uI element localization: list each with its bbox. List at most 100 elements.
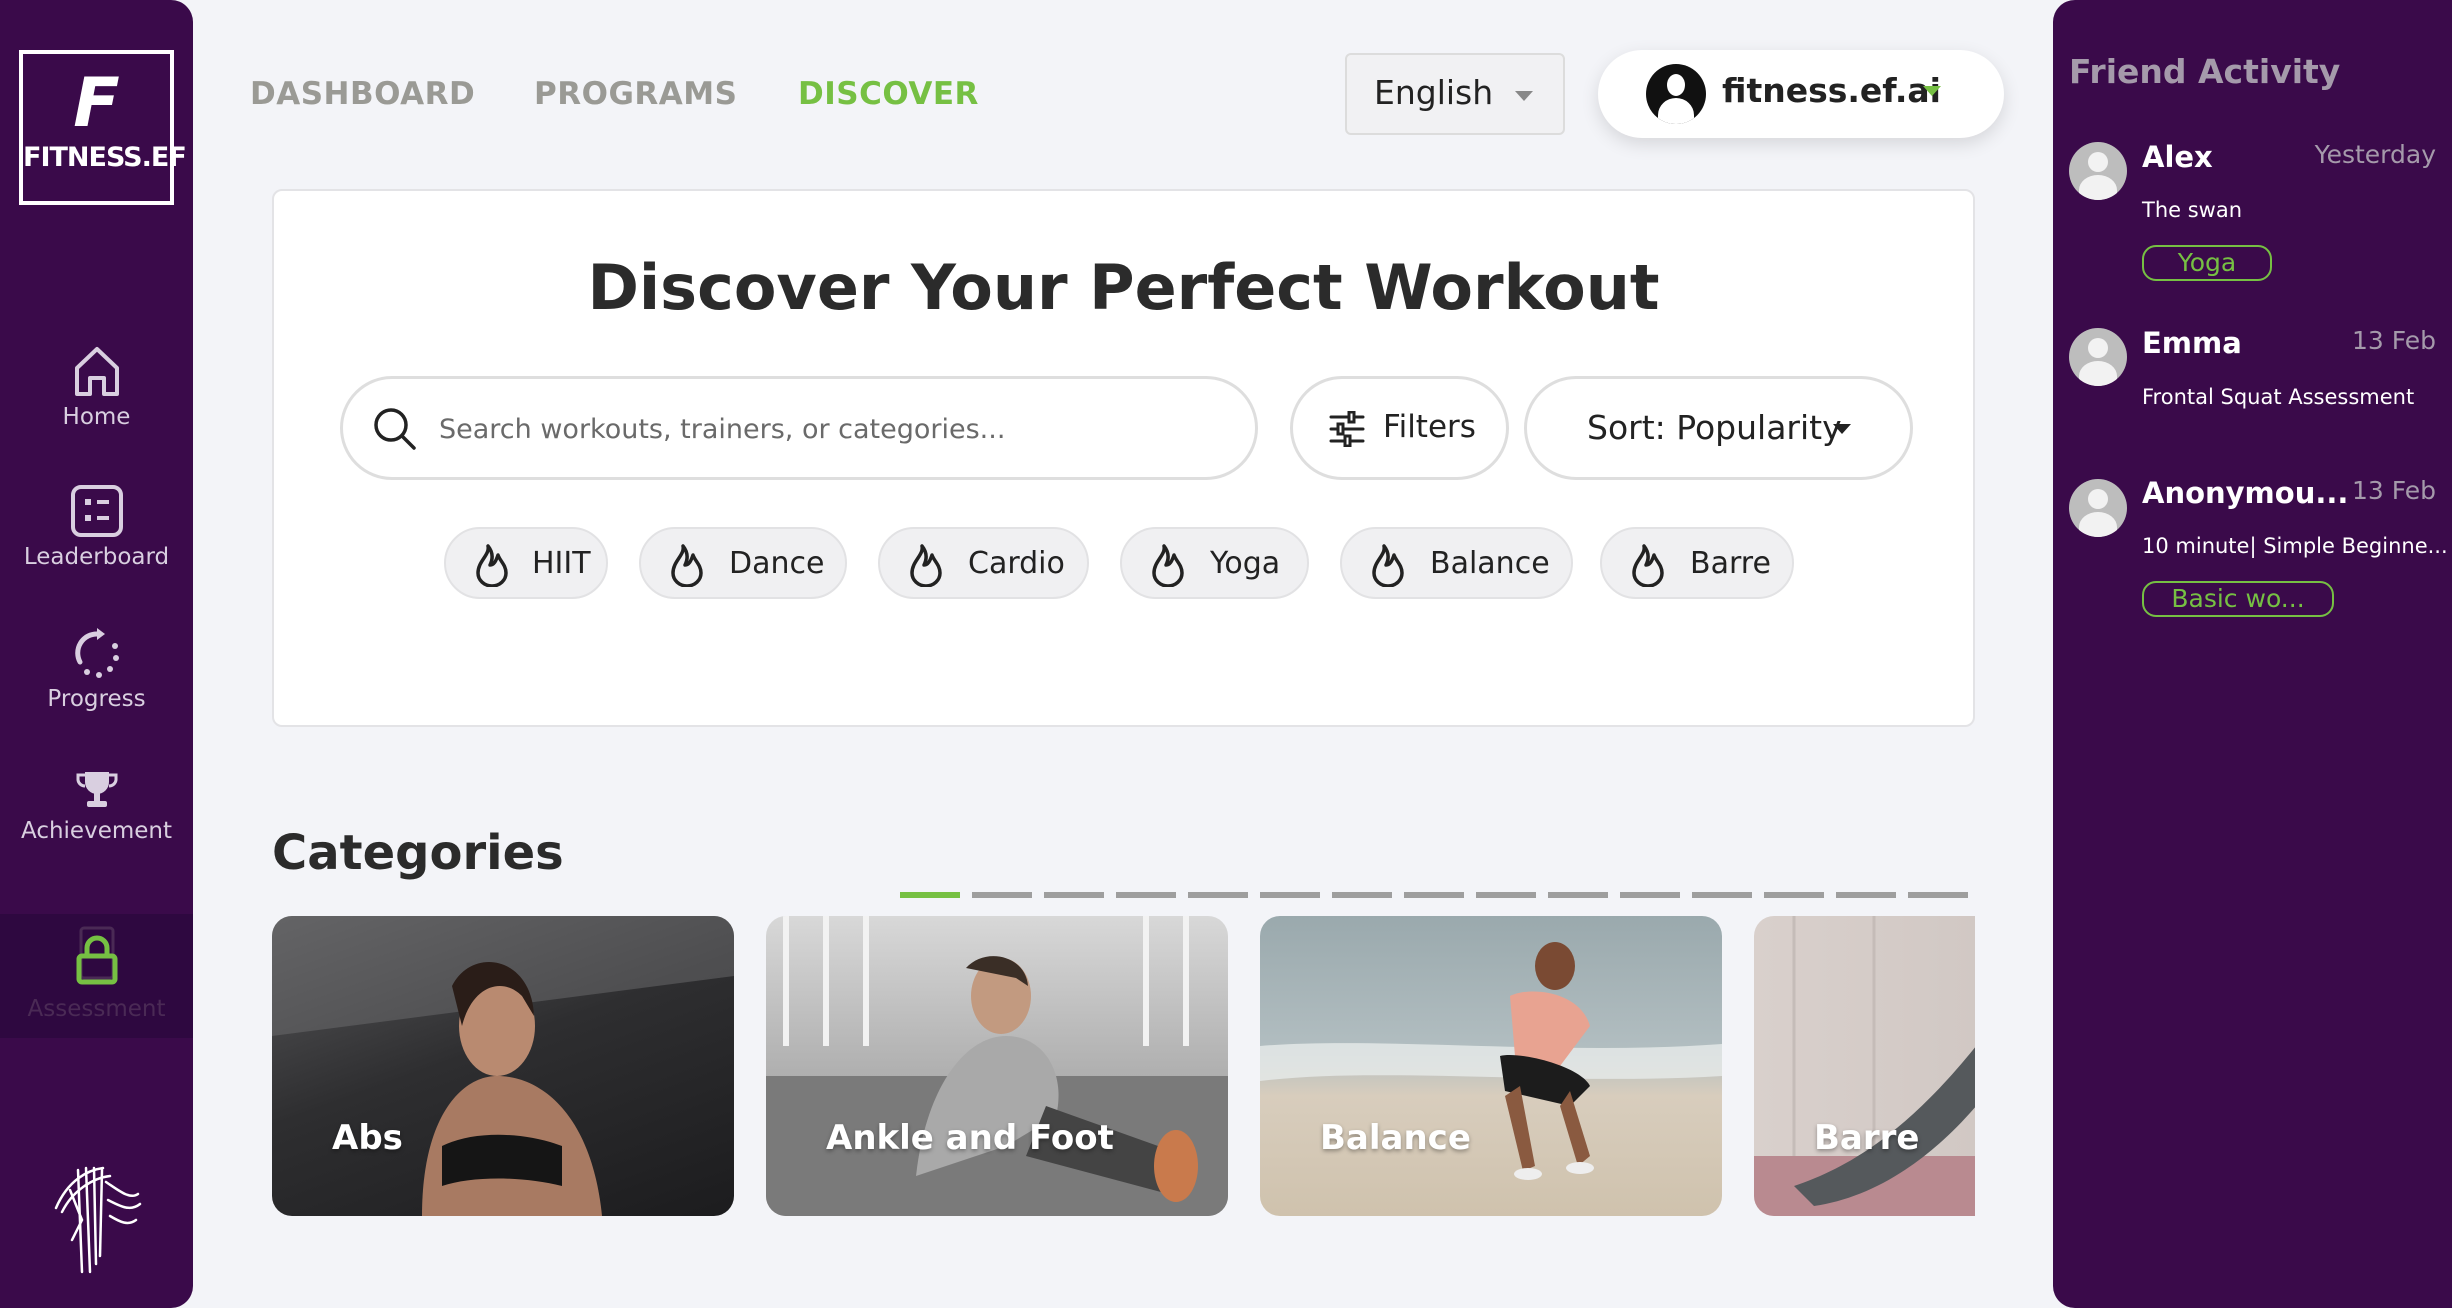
tag-chip[interactable]: Cardio: [878, 527, 1089, 599]
logo-text: FITNESS.EF: [23, 142, 187, 173]
flame-icon: [910, 544, 942, 587]
chevron-down-icon: [1923, 86, 1941, 96]
tab-programs[interactable]: PROGRAMS: [534, 76, 737, 112]
carousel-dot[interactable]: [1404, 892, 1464, 898]
friend-name: Alex: [2142, 140, 2213, 174]
friend-name: Emma: [2142, 326, 2242, 360]
carousel-dot[interactable]: [1260, 892, 1320, 898]
logo-letter: F: [73, 64, 120, 143]
tag-label: HIIT: [532, 546, 591, 581]
abs-photo: [272, 916, 734, 1216]
carousel-dot[interactable]: [1044, 892, 1104, 898]
barre-photo: [1754, 916, 1975, 1216]
tab-dashboard[interactable]: DASHBOARD: [250, 76, 475, 112]
avatar: [2069, 142, 2127, 200]
carousel-dot[interactable]: [1476, 892, 1536, 898]
flame-icon: [671, 544, 703, 587]
page-title: Discover Your Perfect Workout: [587, 251, 1660, 324]
progress-icon: [74, 628, 119, 678]
flame-icon: [476, 544, 508, 587]
search-input[interactable]: [439, 409, 1219, 449]
carousel-dot[interactable]: [900, 892, 960, 898]
activity-time: 13 Feb: [2351, 326, 2436, 355]
tag-chip[interactable]: Balance: [1340, 527, 1573, 599]
trophy-icon: [76, 772, 117, 807]
friend-activity-title: Friend Activity: [2069, 52, 2341, 91]
balance-photo: [1260, 942, 1722, 1180]
carousel-dot[interactable]: [1620, 892, 1680, 898]
sidebar-item-label: Progress: [47, 686, 146, 712]
category-label: Barre: [1814, 1118, 1920, 1158]
account-menu[interactable]: fitness.ef.ai: [1598, 50, 2004, 138]
carousel-dot[interactable]: [1692, 892, 1752, 898]
left-sidebar: F FITNESS.EF Home Leaderboard Progress A…: [0, 0, 193, 1308]
activity-time: 13 Feb: [2351, 476, 2436, 505]
category-card-barre[interactable]: Barre: [1754, 916, 1975, 1216]
sidebar-item-home[interactable]: Home: [0, 344, 193, 430]
sort-label: Sort: Popularity: [1587, 408, 1842, 447]
ankle-and-foot-photo: [766, 916, 1228, 1216]
tag-chip[interactable]: HIIT: [444, 527, 608, 599]
account-name: fitness.ef.ai: [1722, 71, 1941, 110]
sidebar-item-label: Achievement: [20, 818, 172, 844]
brand-mark-icon: [54, 1166, 142, 1274]
lock-icon: [76, 926, 117, 985]
activity-description: 10 minute| Simple Beginne...: [2142, 534, 2448, 558]
tag-label: Barre: [1690, 546, 1771, 581]
category-card-ankle-and-foot[interactable]: Ankle and Foot: [766, 916, 1228, 1216]
flame-icon: [1372, 544, 1404, 587]
tag-label: Yoga: [1210, 546, 1281, 581]
carousel-dot[interactable]: [1764, 892, 1824, 898]
sort-dropdown[interactable]: Sort: Popularity: [1524, 376, 1913, 480]
language-select[interactable]: English: [1345, 53, 1565, 135]
carousel-dot[interactable]: [972, 892, 1032, 898]
flame-icon: [1632, 544, 1664, 587]
categories-carousel: Abs Ankle and Foot Balance Barre: [272, 916, 1975, 1218]
tab-discover[interactable]: DISCOVER: [798, 76, 979, 112]
carousel-dot[interactable]: [1188, 892, 1248, 898]
avatar: [2069, 328, 2127, 386]
home-icon: [74, 347, 119, 396]
category-label: Balance: [1320, 1118, 1471, 1158]
category-label: Abs: [332, 1118, 403, 1158]
carousel-dot[interactable]: [1116, 892, 1176, 898]
app-logo[interactable]: F FITNESS.EF: [19, 50, 187, 205]
activity-description: The swan: [2142, 198, 2243, 222]
carousel-dot[interactable]: [1332, 892, 1392, 898]
search-icon: [374, 408, 416, 450]
tag-label: Dance: [729, 546, 825, 581]
filters-button[interactable]: Filters: [1290, 376, 1509, 480]
sidebar-item-progress[interactable]: Progress: [0, 626, 193, 712]
friend-name: Anonymou...: [2142, 476, 2349, 510]
tag-chip[interactable]: Dance: [639, 527, 847, 599]
chevron-down-icon: [1833, 424, 1851, 434]
sliders-icon: [1329, 411, 1365, 447]
activity-description: Frontal Squat Assessment: [2142, 385, 2415, 409]
sidebar-item-label: Leaderboard: [23, 544, 170, 570]
tag-label: Cardio: [968, 546, 1065, 581]
carousel-dot[interactable]: [1836, 892, 1896, 898]
activity-tag[interactable]: Yoga: [2142, 245, 2272, 281]
avatar: [1646, 64, 1706, 124]
leaderboard-icon: [70, 485, 123, 537]
chevron-down-icon: [1515, 91, 1533, 101]
sidebar-item-assessment[interactable]: Assessment: [0, 914, 193, 1038]
category-card-abs[interactable]: Abs: [272, 916, 734, 1216]
discover-panel: Discover Your Perfect Workout Filters So…: [272, 189, 1975, 727]
tag-chip[interactable]: Yoga: [1120, 527, 1309, 599]
categories-title: Categories: [272, 825, 564, 881]
tag-chip[interactable]: Barre: [1600, 527, 1794, 599]
sidebar-item-achievement[interactable]: Achievement: [0, 768, 193, 844]
friend-activity-panel: Friend Activity Alex Yesterday The swan …: [2053, 0, 2452, 1308]
filters-label: Filters: [1383, 409, 1476, 445]
sidebar-item-label: Home: [62, 404, 131, 430]
category-card-balance[interactable]: Balance: [1260, 916, 1722, 1216]
carousel-dot[interactable]: [1908, 892, 1968, 898]
language-value: English: [1374, 73, 1494, 112]
sidebar-item-leaderboard[interactable]: Leaderboard: [0, 484, 193, 570]
tag-label: Balance: [1430, 546, 1550, 581]
activity-tag[interactable]: Basic wo...: [2142, 581, 2334, 617]
carousel-dot[interactable]: [1548, 892, 1608, 898]
search-box[interactable]: [340, 376, 1258, 480]
flame-icon: [1152, 544, 1184, 587]
